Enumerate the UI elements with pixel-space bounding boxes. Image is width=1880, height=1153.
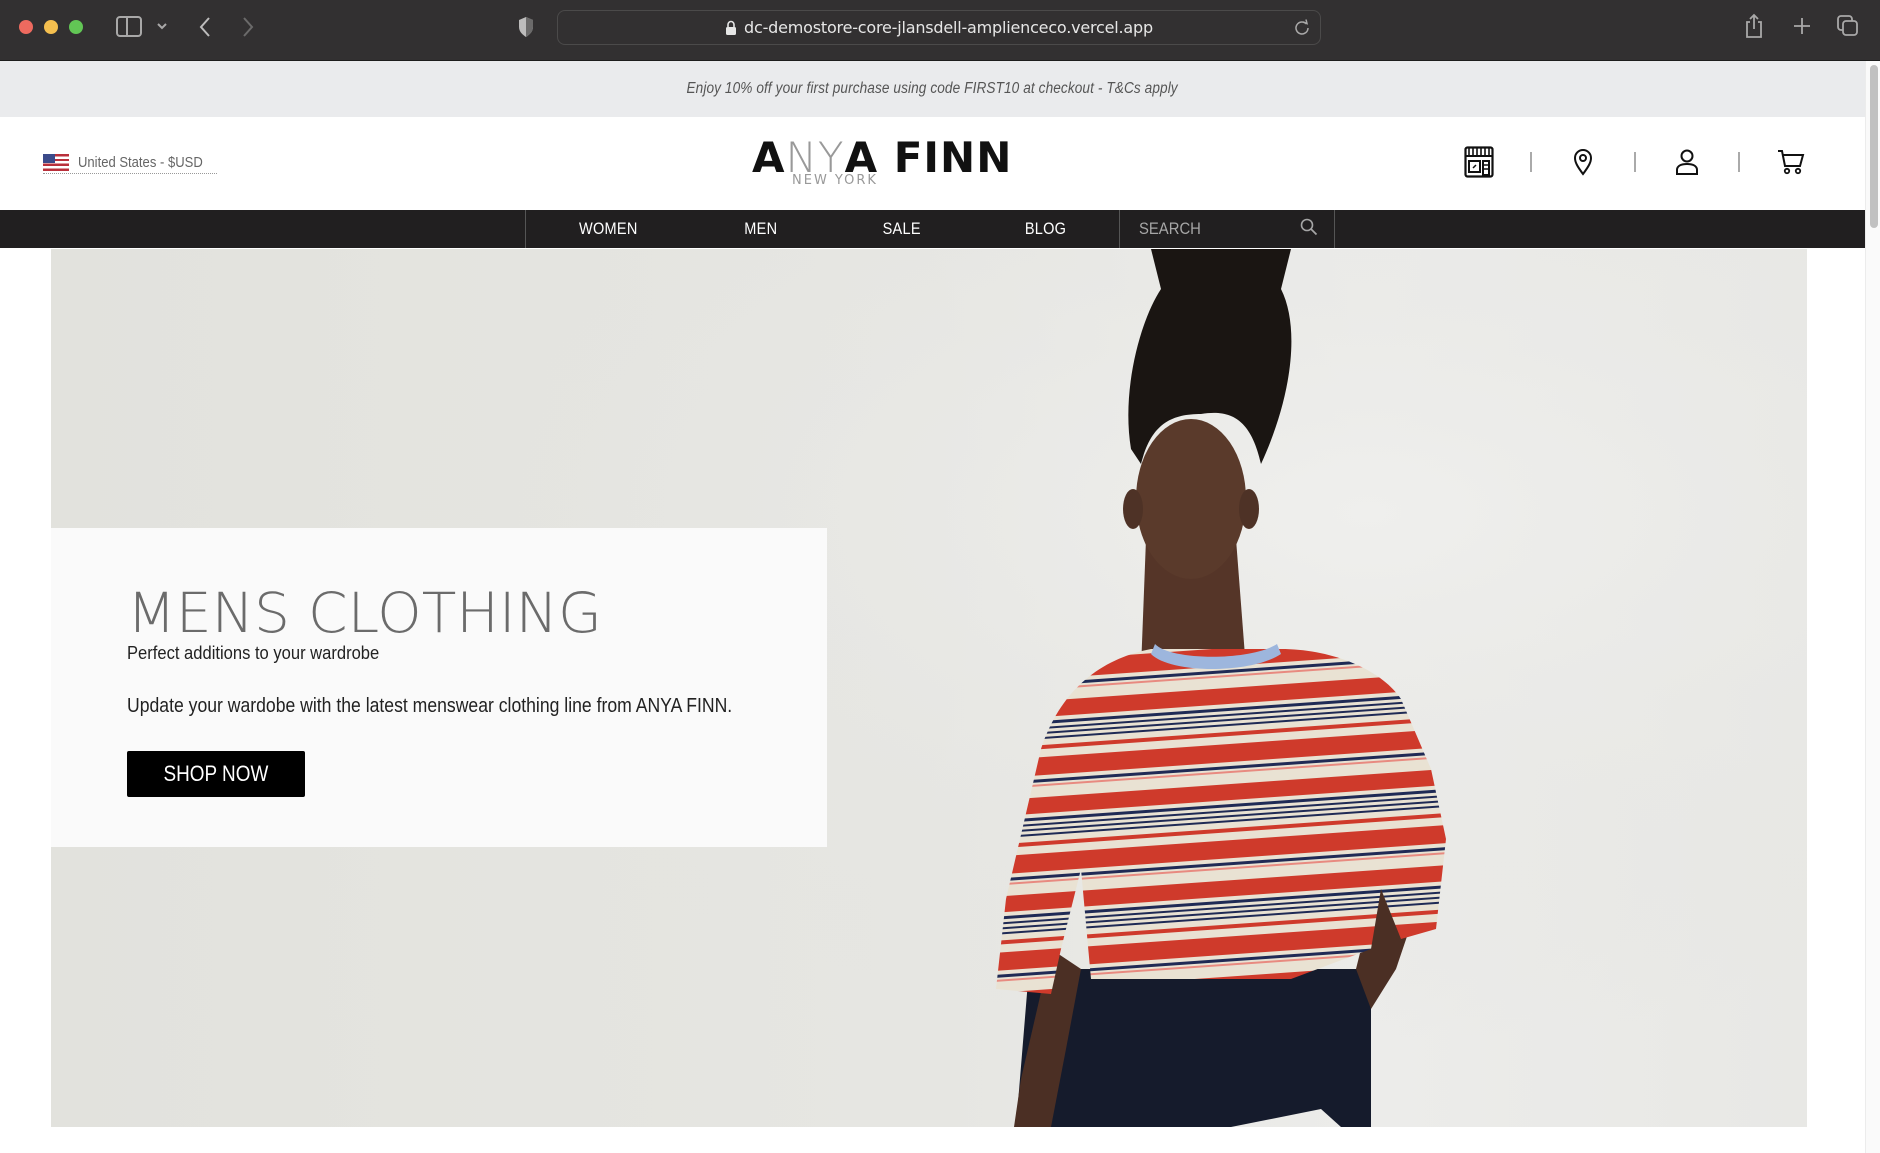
- nav-item-label: BLOG: [1025, 219, 1067, 238]
- face: [1136, 419, 1246, 579]
- browser-toolbar: dc-demostore-core-jlansdell-amplienceco.…: [0, 0, 1880, 61]
- lock-icon: [725, 20, 737, 36]
- reload-icon[interactable]: [1292, 18, 1312, 38]
- hero-title: MENS CLOTHING: [127, 581, 602, 645]
- minimize-window-button[interactable]: [44, 20, 58, 34]
- back-icon[interactable]: [195, 10, 215, 44]
- new-tab-icon[interactable]: [1790, 12, 1814, 40]
- shop-now-label: SHOP NOW: [163, 761, 269, 786]
- nav-divider: [1334, 210, 1335, 248]
- nav-item-sale[interactable]: SALE: [831, 210, 973, 248]
- main-navigation: WOMEN MEN SALE BLOG: [0, 210, 1865, 248]
- zoom-window-button[interactable]: [69, 20, 83, 34]
- search-icon[interactable]: [1300, 218, 1318, 241]
- header-divider: [1738, 152, 1740, 172]
- cart-icon[interactable]: [1774, 145, 1808, 179]
- nav-item-label: WOMEN: [579, 219, 638, 238]
- header-actions: [1462, 145, 1808, 179]
- nav-item-label: MEN: [744, 219, 778, 238]
- right-ear: [1239, 489, 1259, 529]
- privacy-shield-icon[interactable]: [515, 15, 537, 39]
- address-bar[interactable]: dc-demostore-core-jlansdell-amplienceco.…: [557, 10, 1321, 45]
- url-text: dc-demostore-core-jlansdell-amplienceco.…: [744, 18, 1153, 37]
- site-logo[interactable]: ANYA FINN NEW YORK: [752, 133, 1020, 189]
- hero-subtitle: Perfect additions to your wardrobe: [127, 643, 380, 663]
- page-scrollbar[interactable]: [1865, 61, 1880, 1153]
- store-icon[interactable]: [1462, 145, 1496, 179]
- chevron-down-icon[interactable]: [155, 14, 169, 38]
- site-header: United States - $USD ANYA FINN NEW YORK: [0, 117, 1865, 210]
- locale-selector[interactable]: United States - $USD: [43, 154, 217, 174]
- left-ear: [1123, 489, 1143, 529]
- sidebar-toggle-icon[interactable]: [116, 16, 142, 37]
- promo-banner: Enjoy 10% off your first purchase using …: [0, 61, 1865, 117]
- tab-overview-icon[interactable]: [1836, 14, 1860, 38]
- hero-description: Update your wardobe with the latest mens…: [127, 695, 733, 717]
- locale-label: United States - $USD: [78, 154, 203, 171]
- header-divider: [1634, 152, 1636, 172]
- account-icon[interactable]: [1670, 145, 1704, 179]
- scrollbar-thumb[interactable]: [1870, 65, 1878, 228]
- share-icon[interactable]: [1742, 12, 1766, 40]
- nav-item-men[interactable]: MEN: [691, 210, 831, 248]
- search-box: [1120, 210, 1334, 248]
- nav-item-women[interactable]: WOMEN: [526, 210, 691, 248]
- hero-content-card: MENS CLOTHING Perfect additions to your …: [51, 528, 827, 847]
- location-pin-icon[interactable]: [1566, 145, 1600, 179]
- nav-item-label: SALE: [882, 219, 922, 238]
- promo-text: Enjoy 10% off your first purchase using …: [686, 80, 1179, 97]
- web-page: Enjoy 10% off your first purchase using …: [0, 61, 1865, 1153]
- nav-item-blog[interactable]: BLOG: [973, 210, 1119, 248]
- logo-part-1: A: [752, 133, 786, 182]
- forward-icon[interactable]: [238, 10, 258, 44]
- hero-banner: MENS CLOTHING Perfect additions to your …: [51, 249, 1807, 1127]
- shop-now-button[interactable]: SHOP NOW: [127, 751, 305, 797]
- us-flag-icon: [43, 154, 69, 171]
- logo-tagline: NEW YORK: [792, 173, 878, 188]
- close-window-button[interactable]: [19, 20, 33, 34]
- header-divider: [1530, 152, 1532, 172]
- search-input[interactable]: [1139, 219, 1274, 239]
